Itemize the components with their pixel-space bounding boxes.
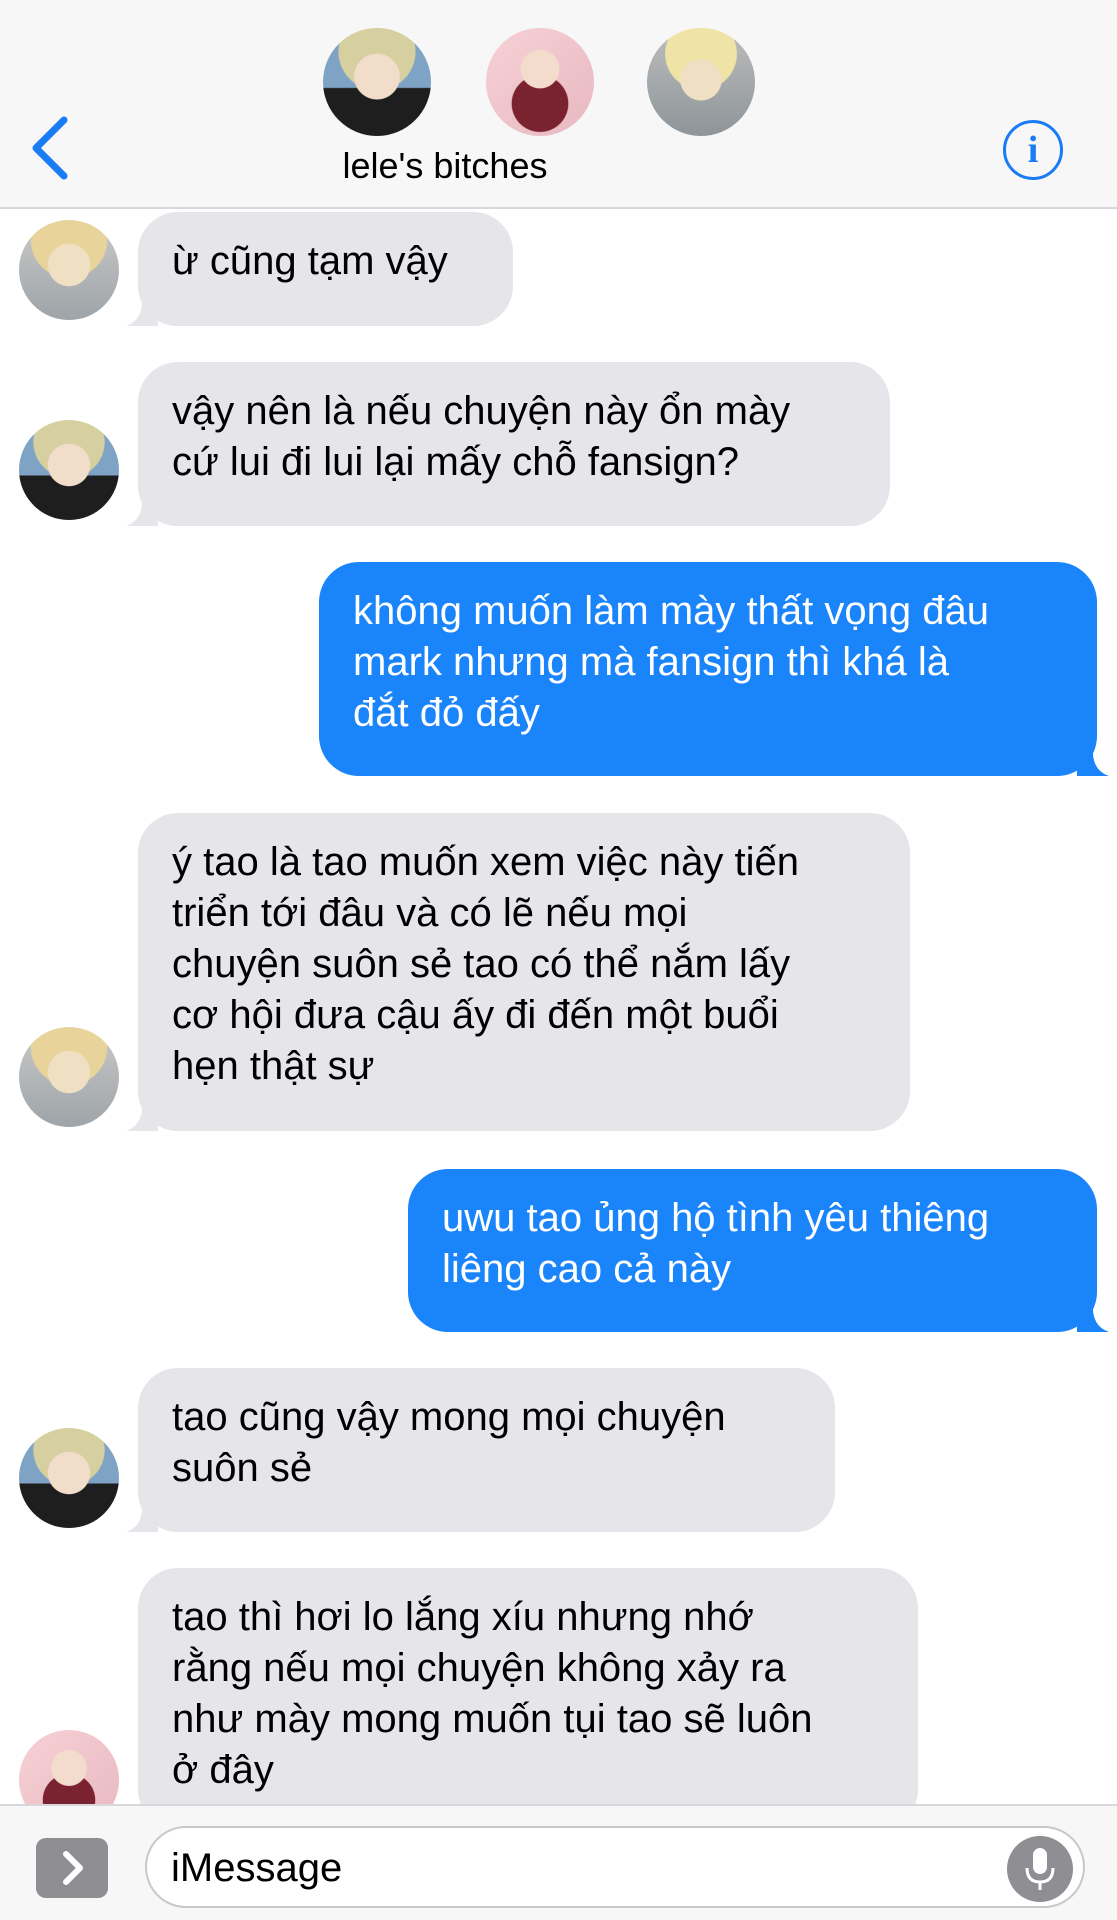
message-bubble-incoming[interactable]: vậy nên là nếu chuyện này ổn mày cứ lui …: [138, 362, 890, 526]
message-bubble-incoming[interactable]: tao cũng vậy mong mọi chuyện suôn sẻ: [138, 1368, 835, 1532]
bubble-tail: [1077, 1296, 1109, 1332]
bubble-tail: [126, 1496, 158, 1532]
microphone-button[interactable]: [1007, 1836, 1073, 1902]
message-input-placeholder: iMessage: [171, 1846, 343, 1890]
message-bubble-outgoing[interactable]: uwu tao ủng hộ tình yêu thiêng liêng cao…: [408, 1169, 1097, 1332]
bubble-tail: [126, 490, 158, 526]
sender-avatar[interactable]: [19, 420, 119, 520]
apps-button[interactable]: [36, 1838, 108, 1898]
group-member-avatar[interactable]: [323, 28, 431, 136]
group-name[interactable]: lele's bitches: [200, 144, 690, 188]
info-button[interactable]: i: [1003, 120, 1063, 180]
sender-avatar[interactable]: [19, 1428, 119, 1528]
sender-avatar[interactable]: [19, 1027, 119, 1127]
chevron-right-icon: [63, 1851, 83, 1885]
bubble-tail: [1077, 740, 1109, 776]
group-member-avatar[interactable]: [647, 28, 755, 136]
compose-bar: iMessage: [0, 1804, 1117, 1920]
message-bubble-incoming[interactable]: tao thì hơi lo lắng xíu nhưng nhớ rằng n…: [138, 1568, 918, 1830]
group-member-avatar[interactable]: [486, 28, 594, 136]
message-input[interactable]: iMessage: [145, 1826, 1085, 1908]
bubble-tail: [126, 1095, 158, 1131]
message-bubble-incoming[interactable]: ừ cũng tạm vậy: [138, 212, 513, 326]
back-button[interactable]: [26, 112, 76, 184]
conversation-header: lele's bitches i: [0, 0, 1117, 209]
message-bubble-outgoing[interactable]: không muốn làm mày thất vọng đâu mark nh…: [319, 562, 1097, 776]
message-bubble-incoming[interactable]: ý tao là tao muốn xem việc này tiến triể…: [138, 813, 910, 1131]
sender-avatar[interactable]: [19, 220, 119, 320]
microphone-icon: [1025, 1848, 1055, 1890]
chevron-left-icon: [32, 116, 68, 180]
bubble-tail: [126, 290, 158, 326]
